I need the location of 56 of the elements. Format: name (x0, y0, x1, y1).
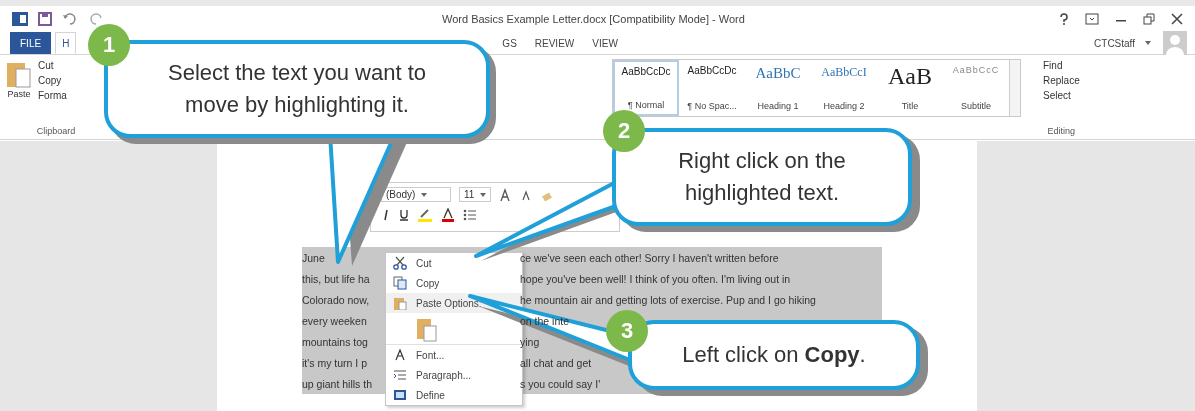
document-text: every weeken (302, 314, 367, 327)
group-label: Clipboard (36, 126, 76, 138)
document-text: Colorado now, (302, 293, 370, 306)
caret-icon[interactable] (1145, 41, 1151, 45)
window-title: Word Basics Example Letter.docx [Compatibility Mode] - Word (442, 13, 746, 25)
caret-icon[interactable] (480, 192, 487, 197)
paste-button[interactable]: Paste (6, 59, 32, 102)
ribbon-tab[interactable]: REVIEW (527, 32, 582, 54)
copy-icon (393, 276, 407, 290)
gallery-scrollbar[interactable] (1009, 60, 1020, 116)
clipboard-button[interactable]: Copy (36, 74, 69, 87)
menu-item[interactable]: Define (386, 385, 522, 405)
help-icon[interactable] (1059, 13, 1069, 25)
document-text: mountains tog (302, 335, 368, 348)
document-text: it's my turn I p (302, 356, 368, 369)
underline-icon[interactable] (399, 209, 409, 221)
font-color-icon[interactable] (441, 208, 455, 222)
font-icon (394, 349, 406, 361)
document-text: all chat and get (520, 356, 592, 369)
ribbon-tab[interactable]: H (55, 32, 77, 54)
restore-icon[interactable] (1143, 13, 1155, 25)
scissors-icon (393, 256, 407, 270)
ribbon-display-icon[interactable] (1085, 13, 1099, 25)
file-tab[interactable]: FILE (10, 32, 52, 54)
document-text: he mountain air and getting lots of exercise. Pup and I go hiking (520, 293, 816, 306)
caret-icon[interactable] (421, 192, 428, 197)
ribbon-tab[interactable]: GS (495, 32, 524, 54)
document-text: this, but life ha (302, 272, 370, 285)
style-option[interactable]: AaBbCcDc ¶ Normal (613, 60, 679, 116)
user-name[interactable]: CTCStaff (1094, 37, 1135, 49)
document-text: up giant hills th (302, 377, 373, 390)
paragraph-icon (393, 369, 407, 381)
document-text: hope you've been well! I think of you often. I'm living out in (520, 272, 791, 285)
document-text: ce we've seen each other! Sorry I haven't written before (520, 251, 779, 264)
group-label: Editing (1047, 126, 1076, 138)
save-icon[interactable] (38, 12, 52, 26)
document-text: s you could say I' (520, 377, 601, 390)
editing-button[interactable]: Replace (1041, 74, 1082, 87)
book-icon (393, 389, 407, 401)
bullets-icon[interactable] (463, 209, 477, 221)
clipboard-button[interactable]: Cut (36, 59, 69, 72)
document-text: ying (520, 335, 540, 348)
italic-icon[interactable] (381, 209, 391, 221)
highlighter-icon[interactable] (417, 208, 433, 222)
clipboard-button[interactable]: Forma (36, 89, 69, 102)
undo-icon[interactable] (62, 12, 78, 26)
step-number-badge: 1 (88, 24, 130, 66)
editing-button[interactable]: Select (1041, 89, 1082, 102)
document-text: June (302, 251, 325, 264)
word-logo-icon[interactable] (12, 12, 28, 26)
clipboard-icon (393, 296, 407, 310)
editing-button[interactable]: Find (1041, 59, 1082, 72)
menu-section-label: Paste Options: (416, 297, 482, 309)
ribbon-tab[interactable]: VIEW (585, 32, 625, 54)
close-icon[interactable] (1171, 13, 1183, 25)
font-size-field[interactable]: 11 (459, 187, 492, 202)
